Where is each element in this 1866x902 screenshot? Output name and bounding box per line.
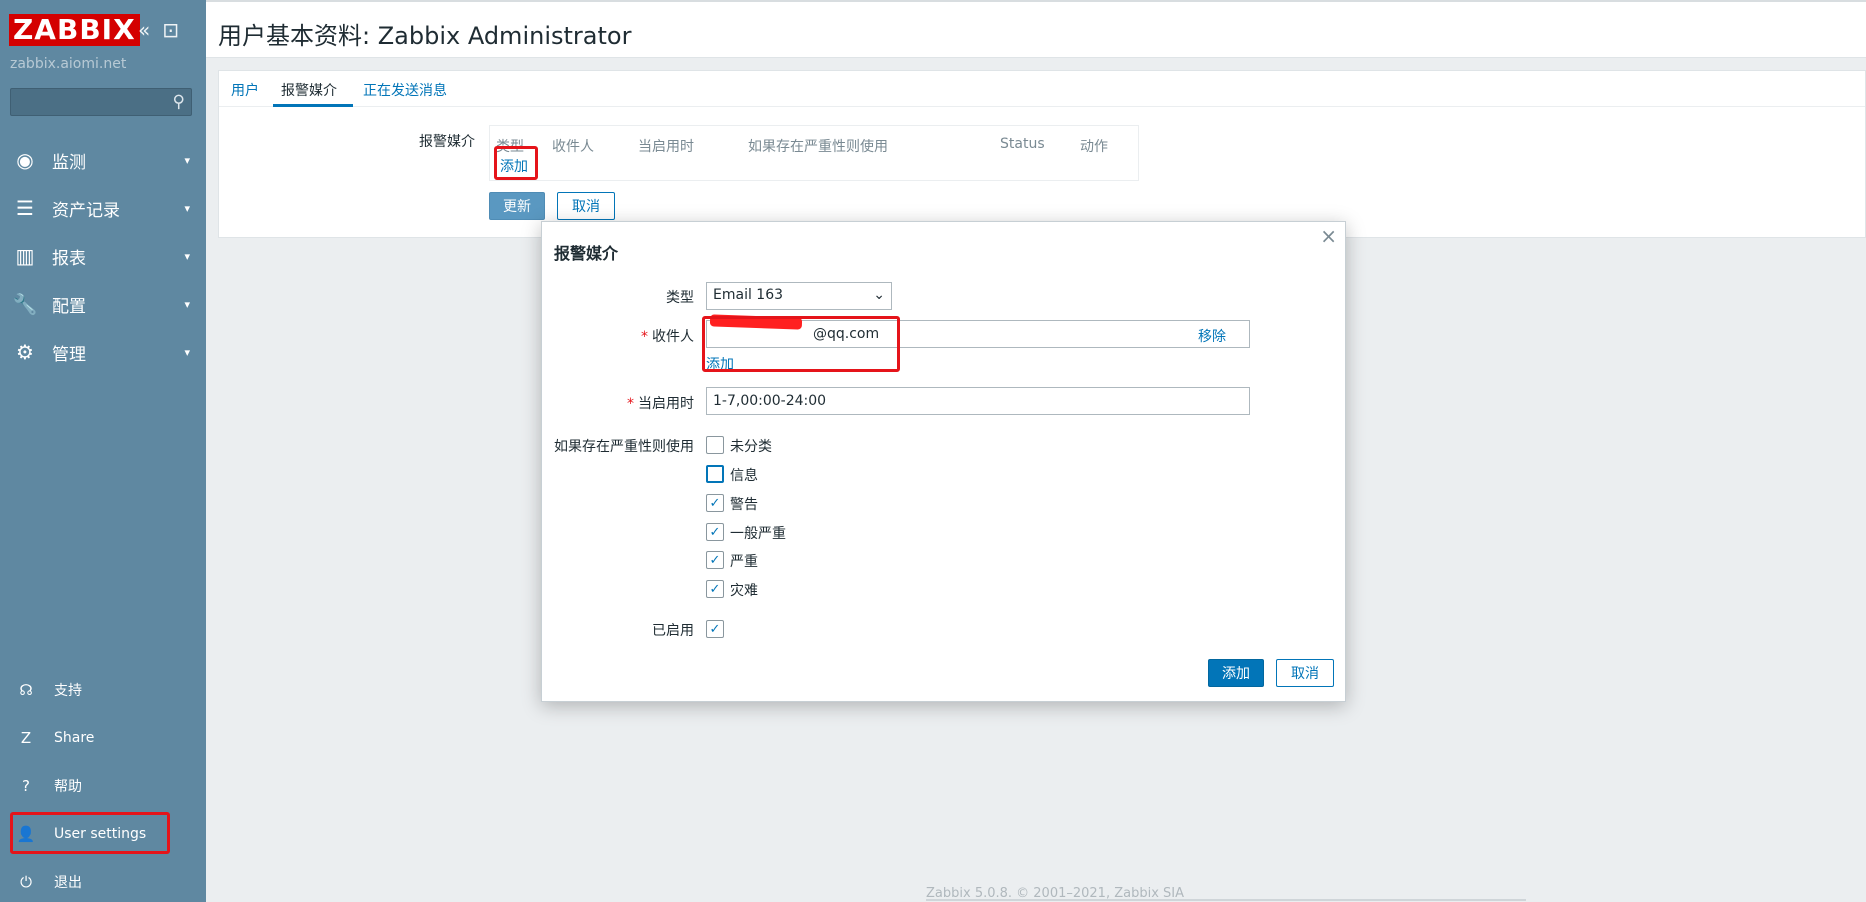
- share-z-icon: Z: [20, 729, 32, 747]
- search-input[interactable]: ⚲: [10, 88, 192, 116]
- collapse-sidebar-icon[interactable]: «: [138, 18, 150, 42]
- media-label: 报警媒介: [419, 134, 475, 150]
- enabled-checkbox[interactable]: ✓: [706, 620, 724, 638]
- horizontal-scrollbar[interactable]: [926, 899, 1526, 901]
- close-icon[interactable]: ×: [1320, 224, 1337, 248]
- enabled-label: 已启用: [652, 623, 694, 639]
- add-button[interactable]: 添加: [1208, 659, 1264, 687]
- chevron-down-icon: ▾: [184, 297, 190, 311]
- menu-label: Share: [54, 730, 95, 746]
- column-header: 如果存在严重性则使用: [748, 139, 888, 155]
- severity-checkbox-disaster[interactable]: ✓: [706, 580, 724, 598]
- severity-checkbox-high[interactable]: ✓: [706, 551, 724, 569]
- severity-checkbox-not-classified[interactable]: [706, 436, 724, 454]
- gear-icon: ⚙: [16, 340, 34, 364]
- menu-item-inventory[interactable]: ☰ 资产记录 ▾: [0, 184, 206, 232]
- tab-media[interactable]: 报警媒介: [281, 80, 337, 100]
- type-label: 类型: [666, 290, 694, 306]
- chevron-down-icon: ⌄: [873, 287, 885, 303]
- menu-label: 管理: [52, 344, 86, 365]
- menu-item-share[interactable]: Z Share: [0, 714, 206, 762]
- dialog-title: 报警媒介: [554, 244, 619, 263]
- chevron-down-icon: ▾: [184, 249, 190, 263]
- severity-label-information: 信息: [730, 468, 758, 484]
- sidebar: ZABBIX «⊡ zabbix.aiomi.net ⚲ ◉ 监测 ▾ ☰ 资产…: [0, 0, 206, 902]
- when-active-label: * 当启用时: [627, 396, 694, 412]
- severity-checkbox-warning[interactable]: ✓: [706, 494, 724, 512]
- chevron-down-icon: ▾: [184, 153, 190, 167]
- tab-messaging[interactable]: 正在发送消息: [363, 80, 447, 100]
- menu-item-help[interactable]: ? 帮助: [0, 762, 206, 810]
- menu-label: 资产记录: [52, 200, 120, 221]
- severity-label-high: 严重: [730, 554, 758, 570]
- tab-bar: 用户 报警媒介 正在发送消息: [219, 71, 1865, 107]
- wrench-icon: 🔧: [12, 292, 38, 316]
- severity-checkbox-information[interactable]: [706, 465, 724, 483]
- menu-label: 支持: [54, 683, 82, 699]
- menu-label: 监测: [52, 152, 86, 173]
- menu-item-monitoring[interactable]: ◉ 监测 ▾: [0, 136, 206, 184]
- column-header: 动作: [1080, 139, 1108, 155]
- severity-label-warning: 警告: [730, 497, 758, 513]
- eye-icon: ◉: [16, 148, 34, 172]
- bottom-menu: ☊ 支持 Z Share ? 帮助 👤 User settings ⏻ 退出: [0, 666, 206, 902]
- update-button[interactable]: 更新: [489, 192, 545, 220]
- power-icon: ⏻: [20, 873, 32, 891]
- list-icon: ☰: [16, 196, 34, 220]
- menu-item-configuration[interactable]: 🔧 配置 ▾: [0, 280, 206, 328]
- menu-label: 配置: [52, 296, 86, 317]
- column-header: 收件人: [552, 139, 594, 155]
- help-icon: ?: [22, 777, 30, 795]
- media-type-select[interactable]: Email 163 ⌄: [706, 282, 892, 310]
- menu-item-support[interactable]: ☊ 支持: [0, 666, 206, 714]
- menu-label: 退出: [54, 875, 82, 891]
- headset-icon: ☊: [19, 681, 33, 699]
- media-type-value: Email 163: [713, 287, 784, 303]
- bar-chart-icon: ▥: [15, 244, 35, 268]
- dialog-cancel-button[interactable]: 取消: [1276, 659, 1334, 687]
- highlight-box: [494, 146, 538, 180]
- severity-checkbox-average[interactable]: ✓: [706, 523, 724, 541]
- chevron-down-icon: ▾: [184, 201, 190, 215]
- column-header: Status: [1000, 136, 1045, 152]
- menu-label: 报表: [52, 248, 86, 269]
- media-table: 类型 收件人 当启用时 如果存在严重性则使用 Status 动作 添加: [489, 125, 1139, 181]
- severity-label: 如果存在严重性则使用: [554, 439, 694, 455]
- cancel-button[interactable]: 取消: [557, 192, 615, 220]
- menu-label: 帮助: [54, 779, 82, 795]
- highlight-box: [10, 812, 170, 854]
- search-icon[interactable]: ⚲: [173, 92, 185, 112]
- server-name: zabbix.aiomi.net: [10, 56, 127, 72]
- menu-item-administration[interactable]: ⚙ 管理 ▾: [0, 328, 206, 376]
- severity-label-average: 一般严重: [730, 526, 786, 542]
- user-profile-form: 用户 报警媒介 正在发送消息 报警媒介 类型 收件人 当启用时 如果存在严重性则…: [218, 70, 1866, 238]
- menu-item-reports[interactable]: ▥ 报表 ▾: [0, 232, 206, 280]
- remove-recipient-link[interactable]: 移除: [1198, 326, 1226, 346]
- highlight-box: [702, 316, 900, 372]
- severity-label-disaster: 灾难: [730, 583, 758, 599]
- page-header: 用户基本资料: Zabbix Administrator: [206, 0, 1866, 58]
- severity-label-not-classified: 未分类: [730, 439, 772, 455]
- when-active-input[interactable]: 1-7,00:00-24:00: [706, 387, 1250, 415]
- main-menu: ◉ 监测 ▾ ☰ 资产记录 ▾ ▥ 报表 ▾ 🔧 配置 ▾ ⚙ 管理 ▾: [0, 136, 206, 376]
- menu-item-sign-out[interactable]: ⏻ 退出: [0, 858, 206, 902]
- kiosk-mode-icon[interactable]: ⊡: [162, 18, 179, 42]
- media-dialog: 报警媒介 × 类型 Email 163 ⌄ * 收件人 @qq.com 移除 添加…: [541, 221, 1346, 702]
- chevron-down-icon: ▾: [184, 345, 190, 359]
- column-header: 当启用时: [638, 139, 694, 155]
- page-title: 用户基本资料: Zabbix Administrator: [218, 22, 632, 50]
- zabbix-logo[interactable]: ZABBIX: [9, 14, 140, 46]
- sidebar-controls: «⊡: [138, 18, 191, 42]
- tab-user[interactable]: 用户: [231, 80, 259, 100]
- sendto-label: * 收件人: [641, 329, 694, 345]
- active-tab-indicator: [273, 104, 353, 107]
